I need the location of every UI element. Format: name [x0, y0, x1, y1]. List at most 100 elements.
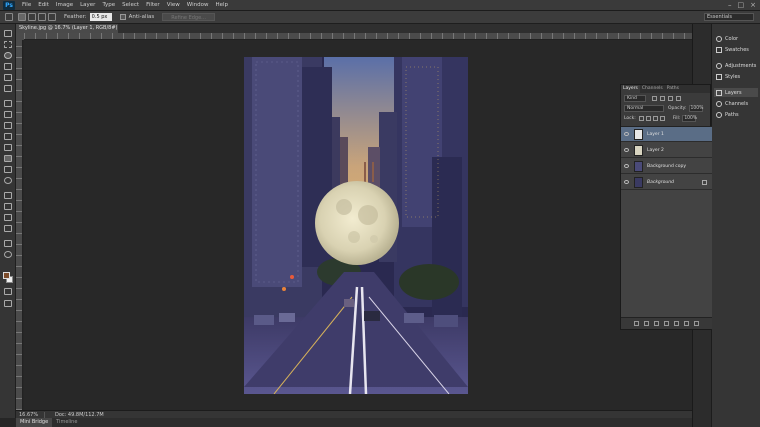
fill-input[interactable]: 100%: [682, 114, 697, 122]
opacity-input[interactable]: 100%: [688, 104, 703, 112]
brush-tool-icon[interactable]: [4, 111, 12, 118]
tab-paths[interactable]: Paths: [665, 85, 681, 93]
tab-layers[interactable]: Layers: [621, 85, 640, 93]
visibility-eye-icon[interactable]: [624, 148, 629, 152]
menu-view[interactable]: View: [167, 2, 180, 8]
dock-swatches[interactable]: Swatches: [716, 45, 749, 54]
rectangle-tool-icon[interactable]: [4, 225, 12, 232]
new-selection-icon[interactable]: [18, 13, 26, 21]
eyedropper-tool-icon[interactable]: [4, 85, 12, 92]
dock-color[interactable]: Color: [716, 34, 738, 43]
adjustments-icon: [716, 62, 722, 69]
menu-type[interactable]: Type: [102, 2, 115, 8]
filter-shape-icon[interactable]: [676, 95, 681, 101]
filter-kind-select[interactable]: Kind: [624, 94, 646, 102]
dock-layers[interactable]: Layers: [714, 88, 758, 97]
screen-mode-icon[interactable]: [4, 300, 12, 307]
layer-row[interactable]: Layer 1: [621, 127, 712, 142]
layer-name[interactable]: Background: [647, 180, 674, 185]
dock-paths[interactable]: Paths: [716, 110, 739, 119]
hand-tool-icon[interactable]: [4, 240, 12, 247]
vertical-ruler[interactable]: [16, 40, 23, 410]
document-size-info[interactable]: Doc: 49.8M/112.7M: [55, 412, 104, 418]
anti-alias-checkbox[interactable]: [119, 14, 126, 20]
refine-edge-button[interactable]: Refine Edge...: [162, 13, 215, 21]
visibility-eye-icon[interactable]: [624, 164, 629, 168]
link-layers-icon[interactable]: [634, 321, 639, 326]
dock-adjustments[interactable]: Adjustments: [716, 61, 756, 70]
dodge-tool-icon[interactable]: [4, 177, 12, 184]
layer-name[interactable]: Background copy: [647, 164, 686, 169]
layer-name[interactable]: Layer 2: [647, 148, 664, 153]
lasso-tool-icon[interactable]: [4, 52, 12, 59]
canvas-area[interactable]: [24, 40, 692, 410]
tab-mini-bridge[interactable]: Mini Bridge: [16, 418, 53, 427]
layers-panel-tabs: Layers Channels Paths: [621, 85, 710, 93]
layer-thumbnail: [634, 128, 643, 140]
menu-filter[interactable]: Filter: [146, 2, 160, 8]
feather-input[interactable]: 0.5 px: [89, 13, 112, 21]
quick-mask-icon[interactable]: [4, 288, 12, 295]
dock-styles[interactable]: Styles: [716, 72, 740, 81]
layer-style-icon[interactable]: [644, 321, 649, 326]
new-layer-icon[interactable]: [684, 321, 689, 326]
zoom-tool-icon[interactable]: [4, 251, 12, 258]
lock-transparency-icon[interactable]: [638, 115, 644, 121]
move-tool-icon[interactable]: [4, 30, 12, 37]
crop-tool-icon[interactable]: [4, 74, 12, 81]
document-image[interactable]: [244, 57, 468, 394]
menu-select[interactable]: Select: [122, 2, 139, 8]
pen-tool-icon[interactable]: [4, 192, 12, 199]
layer-row[interactable]: Background: [621, 175, 712, 190]
layer-row[interactable]: Layer 2: [621, 143, 712, 158]
dock-adjustments-label: Adjustments: [725, 62, 757, 69]
status-bar: 16.67% Doc: 49.8M/112.7M: [16, 410, 692, 418]
type-tool-icon[interactable]: [4, 203, 12, 210]
menu-help[interactable]: Help: [215, 2, 228, 8]
subtract-selection-icon[interactable]: [38, 13, 46, 21]
menu-edit[interactable]: Edit: [38, 2, 49, 8]
filter-pixel-icon[interactable]: [652, 95, 657, 101]
blur-tool-icon[interactable]: [4, 166, 12, 173]
visibility-eye-icon[interactable]: [624, 180, 629, 184]
delete-layer-icon[interactable]: [694, 321, 699, 326]
eraser-tool-icon[interactable]: [4, 144, 12, 151]
new-group-icon[interactable]: [674, 321, 679, 326]
visibility-eye-icon[interactable]: [624, 132, 629, 136]
path-selection-tool-icon[interactable]: [4, 214, 12, 221]
dock-channels[interactable]: Channels: [716, 99, 748, 108]
workspace-select[interactable]: Essentials: [704, 13, 754, 21]
lock-all-icon[interactable]: [659, 115, 665, 121]
menu-file[interactable]: File: [22, 2, 31, 8]
horizontal-ruler[interactable]: [24, 33, 692, 40]
adjustment-layer-icon[interactable]: [664, 321, 669, 326]
menu-image[interactable]: Image: [56, 2, 73, 8]
maximize-button[interactable]: □: [738, 1, 745, 9]
lock-pixels-icon[interactable]: [645, 115, 651, 121]
gradient-tool-icon[interactable]: [4, 155, 12, 162]
tab-timeline[interactable]: Timeline: [52, 418, 81, 427]
menu-layer[interactable]: Layer: [80, 2, 95, 8]
filter-type-icon[interactable]: [668, 95, 673, 101]
marquee-tool-icon[interactable]: [4, 41, 12, 48]
lasso-tool-preset-icon[interactable]: [5, 13, 13, 21]
quick-selection-tool-icon[interactable]: [4, 63, 12, 70]
layer-row[interactable]: Background copy: [621, 159, 712, 174]
history-brush-tool-icon[interactable]: [4, 133, 12, 140]
menu-window[interactable]: Window: [187, 2, 209, 8]
close-button[interactable]: ×: [750, 1, 756, 9]
add-selection-icon[interactable]: [28, 13, 36, 21]
tab-channels[interactable]: Channels: [640, 85, 665, 93]
foreground-color-swatch[interactable]: [3, 272, 10, 279]
blend-mode-select[interactable]: Normal: [624, 104, 664, 112]
document-tab[interactable]: Skyline.jpg @ 16.7% (Layer 1, RGB/8#) ×: [16, 24, 118, 40]
layer-name[interactable]: Layer 1: [647, 132, 664, 137]
clone-stamp-tool-icon[interactable]: [4, 122, 12, 129]
zoom-level[interactable]: 16.67%: [19, 411, 45, 418]
healing-brush-tool-icon[interactable]: [4, 100, 12, 107]
minimize-button[interactable]: –: [728, 1, 732, 9]
filter-adjustment-icon[interactable]: [660, 95, 665, 101]
lock-position-icon[interactable]: [652, 115, 658, 121]
intersect-selection-icon[interactable]: [48, 13, 56, 21]
add-mask-icon[interactable]: [654, 321, 659, 326]
